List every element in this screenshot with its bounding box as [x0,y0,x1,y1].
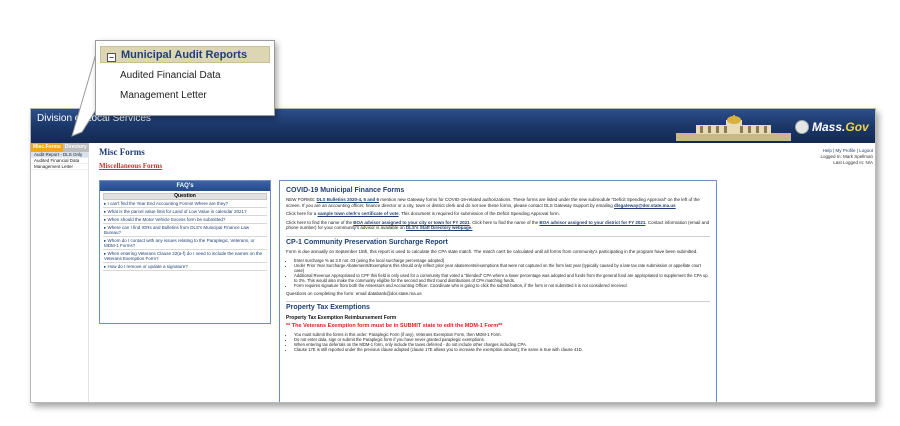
covid-paragraph-2: Click here for a sample town clerk's cer… [286,211,560,217]
certificate-of-vote-link[interactable]: sample town clerk's certificate of vote [318,211,399,216]
list-item: Form requires signature from both the As… [294,283,710,288]
sidebar-item-management-letter[interactable]: Management Letter [31,164,88,170]
menu-item-management-letter[interactable]: Management Letter [100,87,270,104]
page-title: Misc Forms [99,147,145,157]
state-seal-icon [795,120,809,134]
main-area: Misc Forms Miscellaneous Forms Help | My… [97,143,875,402]
tab-directory[interactable]: Directory [62,143,89,152]
cp1-list: Enter surcharge % as 3.0 not .03 (using … [294,258,710,288]
cp1-section-title: CP-1 Community Preservation Surcharge Re… [286,238,448,246]
zoom-callout-menu: − Municipal Audit Reports Audited Financ… [95,40,275,116]
last-logged-text: Last Logged In: N/A [833,160,873,165]
faq-item[interactable]: ▸ When entering Veterans Clause 22(a-f) … [103,250,267,263]
staff-directory-link[interactable]: DLS's Staff Directory webpage. [406,225,473,230]
statehouse-icon [676,115,791,141]
faq-panel: FAQ's Question ▸ I can't find the Year E… [99,180,271,324]
faq-item[interactable]: ▸ Where can I find IGRs and Bulletins fr… [103,224,267,237]
covid-paragraph-1: NEW FORMS: DLS Bulletins 2020-4, 5 and 6… [286,197,700,208]
sidebar: Misc.Forms Directory Audit Report - DLS … [31,143,89,402]
faq-question-header: Question [103,193,267,200]
cp1-paragraph: Form is due annually on September 15th, … [286,248,698,254]
faq-title: FAQ's [100,181,270,191]
divider [286,235,710,237]
divider [286,301,710,303]
faq-item[interactable]: ▸ Whom do I contact with any issues rela… [103,237,267,250]
menu-item-municipal-audit-reports[interactable]: − Municipal Audit Reports [100,46,270,63]
massgov-logo[interactable]: Mass.Gov [812,120,869,134]
faq-item[interactable]: ▸ When should the Motor Vehicle Excess f… [103,216,267,224]
tab-misc-forms[interactable]: Misc.Forms [31,143,63,152]
list-item: Clause 17E is still reported under the p… [294,347,710,352]
my-profile-link[interactable]: My Profile [836,148,856,153]
faq-item[interactable]: ▸ I can't find the Year End Accounting F… [103,200,267,208]
cp1-questions: Questions on completing the form: email … [286,290,422,296]
property-tax-subtitle: Property Tax Exemption Reimbursement For… [286,315,397,322]
collapse-icon[interactable]: − [107,53,116,62]
app-window: Division of Local Services Mass.Gov Misc… [30,108,876,403]
covid-section-title: COVID-19 Municipal Finance Forms [286,187,405,194]
gateway-email-link[interactable]: dlsgateway@dor.state.ma.us [614,203,676,208]
covid-paragraph-3: Click here to find the name of the BOA a… [286,219,710,231]
logout-link[interactable]: Logout [859,148,873,153]
boa-city-link[interactable]: BOA advisor assigned to your city or tow… [353,220,469,225]
list-item: Under Prior Year Surcharge Abatements/Ex… [294,263,710,273]
faq-item[interactable]: ▸ How do I remove or update a signature? [103,263,267,271]
faq-item[interactable]: ▸ What is the parcel value limit for Lan… [103,208,267,216]
help-link[interactable]: Help [823,148,832,153]
boa-district-link[interactable]: BOA advisor assigned to your district fo… [539,220,645,225]
property-tax-section-title: Property Tax Exemptions [286,304,370,312]
sidebar-tabs: Misc.Forms Directory [31,143,89,152]
page-subtitle: Miscellaneous Forms [99,162,163,170]
content-panel: COVID-19 Municipal Finance Forms NEW FOR… [279,180,717,402]
menu-item-audited-financial-data[interactable]: Audited Financial Data [100,67,270,84]
list-item: Additional Revenue Appropriated to CPF t… [294,273,710,283]
dls-bulletins-link[interactable]: DLS Bulletins 2020-4, 5 and 6 [317,197,380,202]
user-info: Help | My Profile | Logout Logged In: Ma… [820,148,873,165]
veterans-warning: ** The Veterans Exemption form must be i… [286,323,503,330]
property-tax-list: You must submit the forms in this order:… [294,332,710,352]
